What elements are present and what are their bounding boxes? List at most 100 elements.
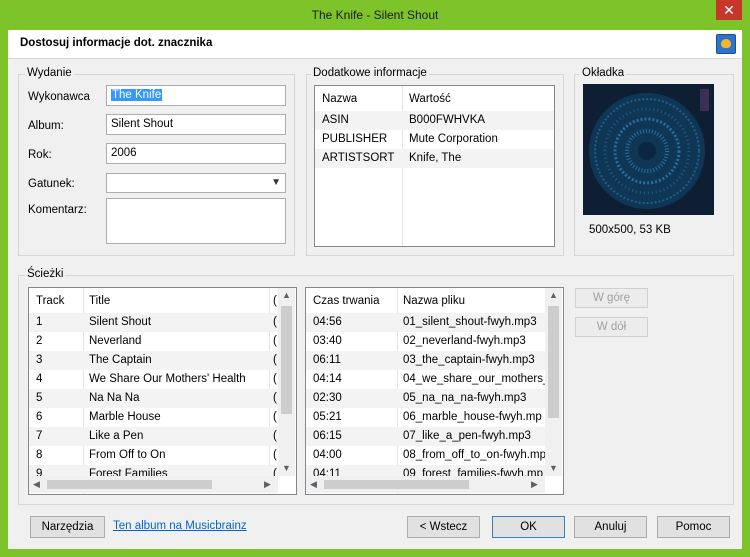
scroll-left-icon[interactable]: ◀ — [310, 479, 317, 490]
move-down-button[interactable]: W dół — [575, 317, 648, 337]
tools-button[interactable]: Narzędzia — [30, 516, 105, 538]
table-row[interactable]: 5 Na Na Na ( — [29, 389, 278, 408]
table-row[interactable]: 06:11 03_the_captain-fwyh.mp3 — [306, 351, 545, 370]
page-header: Dostosuj informacje dot. znacznika — [8, 30, 742, 59]
table-row[interactable]: 04:00 08_from_off_to_on-fwyh.mp — [306, 446, 546, 465]
table-row[interactable]: 7 Like a Pen ( — [29, 427, 278, 446]
track-title: Neverland — [89, 335, 142, 347]
extra-info-group-label: Dodatkowe informacje — [311, 67, 429, 79]
right-horizontal-scrollbar[interactable]: ◀ ▶ — [306, 476, 545, 493]
track-duration: 04:14 — [313, 373, 342, 385]
track-title: The Captain — [89, 354, 152, 366]
track-duration: 04:00 — [313, 449, 342, 461]
scroll-up-icon[interactable]: ▲ — [549, 290, 558, 300]
track-number: 4 — [36, 373, 43, 385]
ok-button[interactable]: OK — [492, 516, 565, 538]
cover-group-label: Okładka — [580, 67, 627, 79]
comment-field[interactable] — [106, 198, 286, 244]
track-number: 3 — [36, 354, 43, 366]
table-row[interactable]: 05:21 06_marble_house-fwyh.mp — [306, 408, 545, 427]
table-row[interactable]: 06:15 07_like_a_pen-fwyh.mp3 — [306, 427, 545, 446]
track-duration: 04:56 — [313, 316, 342, 328]
left-vertical-scrollbar[interactable]: ▲ ▼ — [278, 288, 295, 476]
year-field[interactable]: 2006 — [106, 143, 286, 164]
table-row[interactable]: 04:14 04_we_share_our_mothers_ — [306, 370, 549, 389]
track-duration: 02:30 — [313, 392, 342, 404]
track-filename: 03_the_captain-fwyh.mp3 — [403, 354, 535, 366]
col-duration[interactable]: Czas trwania — [313, 295, 379, 307]
table-row[interactable]: 02:30 05_na_na_na-fwyh.mp3 — [306, 389, 545, 408]
track-title: We Share Our Mothers' Health — [89, 373, 246, 385]
track-number: 7 — [36, 430, 43, 442]
right-vertical-scrollbar[interactable]: ▲ ▼ — [545, 288, 562, 476]
title-bar: The Knife - Silent Shout ✕ — [0, 0, 750, 30]
musicbrainz-link[interactable]: Ten album na Musicbrainz — [113, 520, 247, 532]
table-row[interactable]: 03:40 02_neverland-fwyh.mp3 — [306, 332, 545, 351]
track-filename: 07_like_a_pen-fwyh.mp3 — [403, 430, 531, 442]
scroll-up-icon[interactable]: ▲ — [282, 290, 291, 300]
col-track[interactable]: Track — [36, 295, 64, 307]
genre-combo[interactable]: ▼ — [106, 173, 286, 193]
table-row[interactable]: 2 Neverland ( — [29, 332, 278, 351]
track-number: 1 — [36, 316, 43, 328]
album-label: Album: — [28, 120, 64, 132]
track-filename: 02_neverland-fwyh.mp3 — [403, 335, 526, 347]
move-up-button[interactable]: W górę — [575, 288, 648, 308]
track-duration: 03:40 — [313, 335, 342, 347]
window-title: The Knife - Silent Shout — [311, 8, 439, 22]
left-horizontal-scrollbar[interactable]: ◀ ▶ — [29, 476, 278, 493]
scroll-right-icon[interactable]: ▶ — [264, 479, 271, 490]
list-item[interactable]: ARTISTSORT Knife, The — [315, 149, 554, 168]
track-title: Marble House — [89, 411, 161, 423]
scroll-down-icon[interactable]: ▼ — [282, 463, 291, 473]
track-extra: ( — [273, 335, 277, 347]
track-title: Like a Pen — [89, 430, 144, 442]
track-filename: 01_silent_shout-fwyh.mp3 — [403, 316, 537, 328]
tracks-list-right[interactable]: Czas trwania Nazwa pliku 04:56 01_silent_… — [305, 287, 564, 495]
table-row[interactable]: 1 Silent Shout ( — [29, 313, 278, 332]
artist-label: Wykonawca — [28, 91, 90, 103]
scroll-down-icon[interactable]: ▼ — [549, 463, 558, 473]
col-more[interactable]: ( — [273, 295, 277, 307]
scroll-left-icon[interactable]: ◀ — [33, 479, 40, 490]
help-button[interactable]: Pomoc — [657, 516, 730, 538]
extra-col-name[interactable]: Nazwa — [322, 93, 357, 105]
dialog-client: Dostosuj informacje dot. znacznika Wydan… — [8, 30, 742, 549]
cover-image[interactable] — [583, 84, 714, 215]
track-duration: 06:15 — [313, 430, 342, 442]
list-item[interactable]: ASIN B000FWHVKA — [315, 111, 554, 130]
table-row[interactable]: 04:56 01_silent_shout-fwyh.mp3 — [306, 313, 545, 332]
col-title[interactable]: Title — [89, 295, 110, 307]
scrollbar-thumb[interactable] — [281, 306, 292, 414]
back-button[interactable]: < Wstecz — [407, 516, 480, 538]
extra-col-value[interactable]: Wartość — [409, 93, 451, 105]
artist-value: The Knife — [111, 89, 163, 101]
track-number: 5 — [36, 392, 43, 404]
year-value: 2006 — [111, 147, 137, 159]
col-filename[interactable]: Nazwa pliku — [403, 295, 465, 307]
scrollbar-thumb[interactable] — [324, 480, 469, 489]
table-row[interactable]: 6 Marble House ( — [29, 408, 278, 427]
scrollbar-thumb[interactable] — [548, 306, 559, 418]
artist-field[interactable]: The Knife — [106, 85, 286, 106]
extra-info-list[interactable]: Nazwa Wartość ASIN B000FWHVKA PUBLISHER … — [314, 85, 555, 247]
cancel-button[interactable]: Anuluj — [574, 516, 647, 538]
table-row[interactable]: 4 We Share Our Mothers' Health ( — [29, 370, 278, 389]
tracks-list-left[interactable]: Track Title ( 1 Silent Shout ( 2 Neverland (3… — [28, 287, 297, 495]
close-icon[interactable]: ✕ — [716, 0, 742, 20]
table-row[interactable]: 3 The Captain ( — [29, 351, 278, 370]
track-number: 2 — [36, 335, 43, 347]
chevron-down-icon[interactable]: ▼ — [271, 177, 281, 188]
track-title: Na Na Na — [89, 392, 140, 404]
comment-label: Komentarz: — [28, 204, 87, 216]
track-duration: 05:21 — [313, 411, 342, 423]
tracks-group-label: Ścieżki — [25, 268, 66, 280]
list-item[interactable]: PUBLISHER Mute Corporation — [315, 130, 554, 149]
app-logo-icon — [716, 34, 736, 54]
track-extra: ( — [273, 373, 277, 385]
table-row[interactable]: 8 From Off to On ( — [29, 446, 278, 465]
scrollbar-thumb[interactable] — [47, 480, 212, 489]
track-filename: 05_na_na_na-fwyh.mp3 — [403, 392, 527, 404]
album-field[interactable]: Silent Shout — [106, 114, 286, 135]
scroll-right-icon[interactable]: ▶ — [531, 479, 538, 490]
